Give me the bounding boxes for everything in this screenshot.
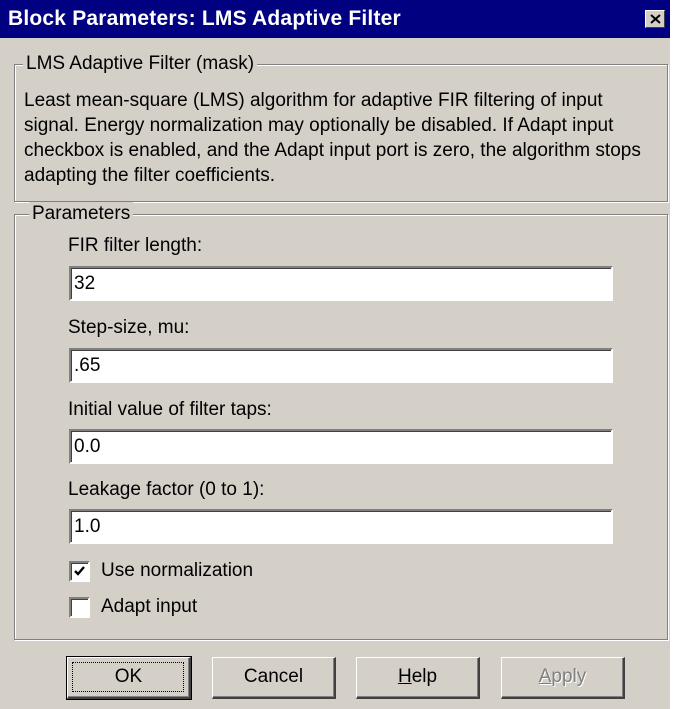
leakage-input[interactable] — [74, 513, 604, 540]
initial-taps-input[interactable] — [74, 433, 604, 460]
cancel-button-label: Cancel — [243, 666, 304, 687]
close-icon — [650, 14, 661, 24]
step-size-label: Step-size, mu: — [68, 317, 190, 338]
parameters-group-legend: Parameters — [29, 202, 134, 226]
fir-length-input[interactable] — [74, 270, 604, 297]
initial-taps-label: Initial value of filter taps: — [68, 399, 272, 420]
mask-description: Least mean-square (LMS) algorithm for ad… — [24, 90, 641, 186]
window-title: Block Parameters: LMS Adaptive Filter — [8, 7, 401, 30]
initial-taps-field[interactable] — [69, 429, 613, 464]
leakage-field[interactable] — [69, 509, 613, 544]
mask-group-legend: LMS Adaptive Filter (mask) — [23, 52, 258, 76]
ok-button[interactable]: OK — [66, 656, 192, 700]
apply-label-rest: pply — [551, 666, 587, 687]
help-label-rest: elp — [411, 666, 438, 687]
checkmark-icon — [74, 566, 85, 576]
fir-length-field[interactable] — [69, 266, 613, 301]
help-mnemonic: H — [397, 666, 412, 687]
fir-length-label: FIR filter length: — [68, 235, 203, 256]
apply-button-label: Apply — [539, 666, 587, 687]
apply-button[interactable]: Apply — [501, 657, 625, 699]
adapt-input-checkbox[interactable] — [69, 597, 90, 618]
help-button-label: Help — [398, 666, 437, 687]
title-bar[interactable]: Block Parameters: LMS Adaptive Filter — [0, 0, 670, 38]
use-normalization-label[interactable]: Use normalization — [101, 559, 253, 583]
help-button[interactable]: Help — [356, 657, 480, 699]
apply-mnemonic: A — [538, 666, 552, 687]
leakage-label: Leakage factor (0 to 1): — [68, 479, 265, 500]
step-size-field[interactable] — [69, 348, 613, 383]
cancel-button[interactable]: Cancel — [212, 657, 336, 699]
close-button[interactable] — [645, 10, 665, 28]
focus-rectangle — [72, 662, 184, 692]
step-size-input[interactable] — [74, 352, 604, 379]
use-normalization-checkbox[interactable] — [69, 561, 90, 582]
adapt-input-label[interactable]: Adapt input — [101, 595, 197, 619]
dialog-window: Block Parameters: LMS Adaptive Filter LM… — [0, 0, 670, 709]
